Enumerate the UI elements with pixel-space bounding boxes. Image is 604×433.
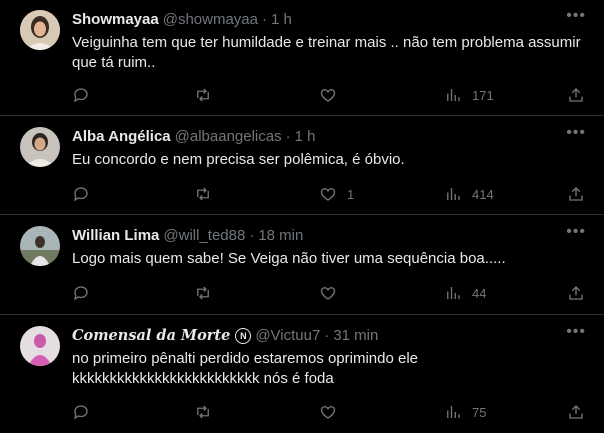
user-handle[interactable]: @showmayaa [163,11,258,29]
retweet-button[interactable] [194,284,212,302]
tweet-feed: Showmayaa @showmayaa · 1 h ••• Veiguinha… [0,0,604,433]
tweet-header: Comensal da Morte N @Victuu7 · 31 min [72,327,588,345]
user-handle[interactable]: @will_ted88 [163,227,245,245]
avatar[interactable] [20,10,60,50]
tweet[interactable]: Comensal da Morte N @Victuu7 · 31 min ••… [0,316,604,433]
retweet-icon [197,405,209,419]
share-icon [569,88,583,102]
avatar[interactable] [20,127,60,167]
share-button[interactable] [567,284,585,302]
timestamp[interactable]: 18 min [258,227,303,245]
share-button[interactable] [567,185,585,203]
retweet-icon [197,88,209,102]
views-count: 44 [472,285,487,301]
heart-icon [320,89,336,102]
reply-icon [73,286,88,301]
tweet-header: Willian Lima @will_ted88 · 18 min [72,227,588,245]
reply-icon [73,88,88,103]
separator: · [324,327,330,344]
more-icon[interactable]: ••• [566,324,586,340]
tweet[interactable]: Alba Angélica @albaangelicas · 1 h ••• E… [0,117,604,215]
share-icon [569,187,583,201]
timestamp[interactable]: 31 min [333,327,378,345]
separator: · [285,128,291,145]
like-button[interactable] [319,284,337,302]
avatar[interactable] [20,226,60,266]
share-button[interactable] [567,403,585,421]
retweet-button[interactable] [194,86,212,104]
retweet-icon [197,286,209,300]
tweet-text: Veiguinha tem que ter humildade e treina… [72,34,581,71]
display-name[interactable]: Willian Lima [72,227,159,245]
display-name[interactable]: Showmayaa [72,11,159,29]
retweet-button[interactable] [194,185,212,203]
heart-icon [320,287,336,300]
badge-icon: N [235,328,252,344]
tweet-text: Eu concordo e nem precisa ser polêmica, … [72,151,405,168]
views-button[interactable]: 75 [444,403,486,421]
share-icon [569,286,583,300]
reply-icon [73,405,88,420]
analytics-icon [447,287,460,299]
heart-icon [320,188,336,201]
tweet-header: Showmayaa @showmayaa · 1 h [72,11,588,29]
share-button[interactable] [567,86,585,104]
views-button[interactable]: 414 [444,185,494,203]
analytics-icon [447,188,460,200]
tweet[interactable]: Willian Lima @will_ted88 · 18 min ••• Lo… [0,216,604,315]
separator: · [249,227,255,244]
user-handle[interactable]: @albaangelicas [175,128,282,146]
more-icon[interactable]: ••• [566,8,586,24]
analytics-icon [447,89,460,101]
display-name[interactable]: Alba Angélica [72,128,171,146]
tweet-text: Logo mais quem sabe! Se Veiga não tiver … [72,250,506,267]
more-icon[interactable]: ••• [566,224,586,240]
tweet-header: Alba Angélica @albaangelicas · 1 h [72,128,588,146]
share-icon [569,405,583,419]
retweet-icon [197,187,209,201]
display-name[interactable]: Comensal da Morte [72,327,230,345]
retweet-button[interactable] [194,403,212,421]
views-button[interactable]: 44 [444,284,486,302]
reply-button[interactable] [72,86,90,104]
heart-icon [320,406,336,419]
separator: · [262,11,267,28]
reply-button[interactable] [72,185,90,203]
analytics-icon [447,406,460,418]
views-count: 414 [472,186,494,202]
likes-count: 1 [347,186,355,202]
like-button[interactable] [319,403,337,421]
user-handle[interactable]: @Victuu7 [255,327,320,345]
tweet[interactable]: Showmayaa @showmayaa · 1 h ••• Veiguinha… [0,0,604,116]
like-button[interactable]: 1 [319,185,354,203]
reply-button[interactable] [72,284,90,302]
like-button[interactable] [319,86,337,104]
more-icon[interactable]: ••• [566,125,586,141]
timestamp[interactable]: 1 h [295,128,316,146]
reply-icon [73,187,88,202]
views-count: 75 [472,404,487,420]
tweet-text: no primeiro pênalti perdido estaremos op… [72,350,419,387]
avatar[interactable] [20,326,60,366]
views-button[interactable]: 171 [444,86,494,104]
views-count: 171 [472,87,494,103]
reply-button[interactable] [72,403,90,421]
timestamp[interactable]: 1 h [271,11,292,29]
